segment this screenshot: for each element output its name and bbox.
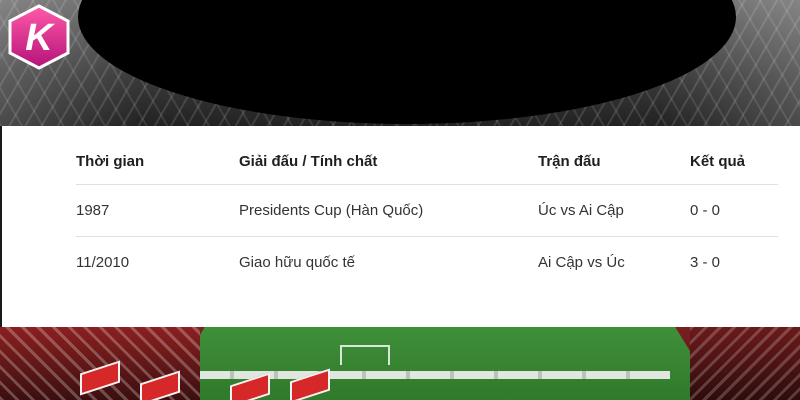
table-row: 1987 Presidents Cup (Hàn Quốc) Úc vs Ai … <box>76 184 778 237</box>
cell-tournament: Presidents Cup (Hàn Quốc) <box>239 184 538 237</box>
crowd-right <box>690 327 800 400</box>
header-match: Trận đấu <box>538 140 690 185</box>
stadium-background-top <box>0 0 800 126</box>
head-to-head-table: Thời gian Giải đấu / Tính chất Trận đấu … <box>76 140 778 288</box>
brand-logo[interactable]: K <box>6 4 72 70</box>
header-time: Thời gian <box>76 140 239 185</box>
cell-result: 0 - 0 <box>690 184 778 237</box>
table-header-row: Thời gian Giải đấu / Tính chất Trận đấu … <box>76 140 778 185</box>
cell-time: 1987 <box>76 184 239 237</box>
logo-letter: K <box>25 17 55 59</box>
goal-frame <box>340 345 390 365</box>
header-tournament: Giải đấu / Tính chất <box>239 140 538 185</box>
cell-match: Ai Cập vs Úc <box>538 253 625 271</box>
cell-time: 11/2010 <box>76 253 130 271</box>
cell-match: Úc vs Ai Cập <box>538 184 690 237</box>
table-row: 11/2010 Giao hữu quốc tế Ai Cập vs Úc 3 … <box>76 236 778 288</box>
stadium-background-bottom <box>0 327 800 400</box>
results-panel: Thời gian Giải đấu / Tính chất Trận đấu … <box>2 126 800 327</box>
cell-tournament: Giao hữu quốc tế <box>239 253 355 271</box>
cell-result: 3 - 0 <box>690 253 721 271</box>
header-result: Kết quả <box>690 140 778 185</box>
k-logo-icon: K <box>8 4 70 70</box>
